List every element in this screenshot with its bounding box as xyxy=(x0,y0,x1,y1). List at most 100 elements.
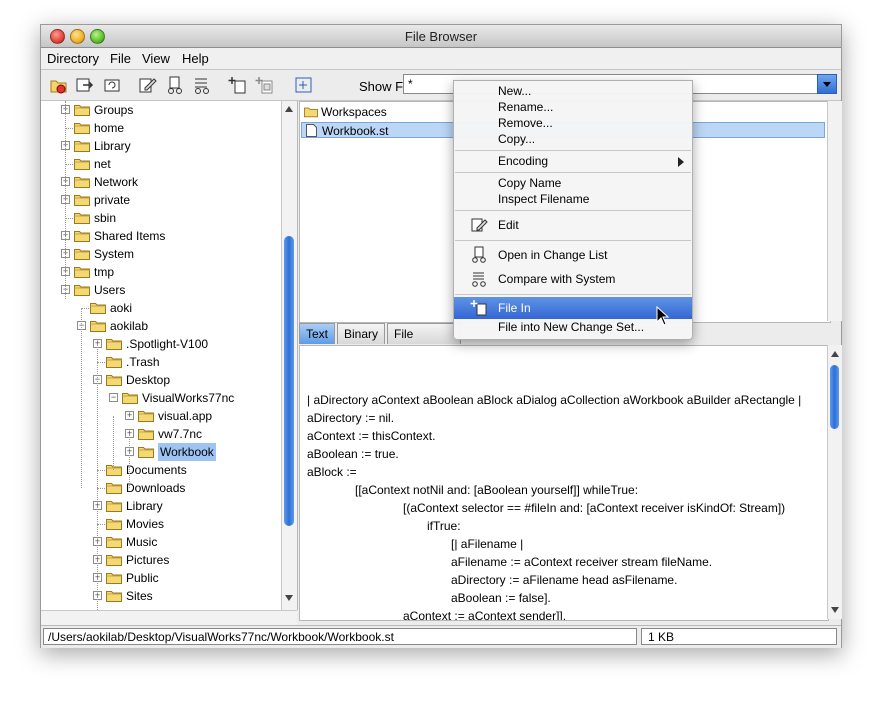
tree-item[interactable]: + System xyxy=(41,245,281,263)
tree-item-label: Music xyxy=(126,535,158,549)
menu-item-compare-with-system[interactable]: Compare with System xyxy=(454,267,692,291)
tree-item[interactable]: + Pictures xyxy=(41,551,281,569)
tree-item[interactable]: Downloads xyxy=(41,479,281,497)
text-vertical-scrollbar[interactable] xyxy=(827,345,842,619)
menu-view[interactable]: View xyxy=(142,51,170,66)
tree-item[interactable]: + Workbook xyxy=(41,443,281,461)
tree-item[interactable]: − Users xyxy=(41,281,281,299)
tree-item[interactable]: .Trash xyxy=(41,353,281,371)
folder-icon xyxy=(90,321,106,332)
collapse-icon[interactable]: − xyxy=(109,393,118,402)
directory-tree[interactable]: + Groups home + Library net + Network + private sb… xyxy=(41,101,298,610)
folder-icon xyxy=(304,107,318,118)
folder-icon xyxy=(74,105,90,116)
file-list-scrollbar[interactable] xyxy=(827,101,842,321)
scroll-up-icon[interactable] xyxy=(285,106,293,112)
tree-item[interactable]: − aokilab xyxy=(41,317,281,335)
tree-item[interactable]: home xyxy=(41,119,281,137)
menu-item-rename[interactable]: Rename... xyxy=(454,99,692,115)
menu-item-label: Remove... xyxy=(498,116,553,130)
tree-item[interactable]: + Network xyxy=(41,173,281,191)
tree-item[interactable]: + Library xyxy=(41,137,281,155)
menu-item-encoding[interactable]: Encoding xyxy=(454,153,692,169)
menu-directory[interactable]: Directory xyxy=(47,51,99,66)
tree-item[interactable]: + Public xyxy=(41,569,281,587)
code-line: [[aContext notNil and: [aBoolean yoursel… xyxy=(355,483,639,497)
file-into-changeset-icon[interactable] xyxy=(254,75,276,95)
new-directory-icon[interactable] xyxy=(48,75,70,95)
open-change-list-icon[interactable] xyxy=(164,75,186,95)
expand-icon[interactable]: + xyxy=(125,411,134,420)
tab-file-information[interactable]: File Information xyxy=(387,323,462,361)
folder-icon xyxy=(106,339,122,350)
tab-binary[interactable]: Binary xyxy=(337,323,386,344)
folder-icon xyxy=(74,159,90,170)
tree-item[interactable]: + Shared Items xyxy=(41,227,281,245)
tree-item[interactable]: + tmp xyxy=(41,263,281,281)
code-line: [(aContext selector == #fileIn and: [aCo… xyxy=(403,501,786,515)
tree-guide-line xyxy=(129,434,130,488)
tree-item[interactable]: − Desktop xyxy=(41,371,281,389)
tree-item-label: Public xyxy=(126,571,159,585)
tree-item[interactable]: + Groups xyxy=(41,101,281,119)
tree-connector xyxy=(81,308,89,309)
scroll-down-icon[interactable] xyxy=(285,595,293,601)
tree-item[interactable]: + vw7.7nc xyxy=(41,425,281,443)
tree-item-label: visual.app xyxy=(158,409,213,423)
tree-item-label: sbin xyxy=(94,211,117,225)
compare-icon[interactable] xyxy=(191,75,213,95)
scroll-up-icon[interactable] xyxy=(831,351,839,357)
tree-item-label: net xyxy=(94,157,111,171)
menu-item-label: New... xyxy=(498,84,532,98)
menu-file[interactable]: File xyxy=(110,51,131,66)
menu-item-label: Rename... xyxy=(498,100,554,114)
file-text-view[interactable]: | aDirectory aContext aBoolean aBlock aD… xyxy=(299,345,829,621)
title-bar[interactable]: File Browser xyxy=(41,25,841,48)
tree-vertical-scrollbar[interactable] xyxy=(281,101,297,610)
edit-icon[interactable] xyxy=(137,75,159,95)
folder-icon xyxy=(74,141,90,152)
tree-item[interactable]: + Sites xyxy=(41,587,281,605)
folder-icon xyxy=(106,537,122,548)
menu-item-edit[interactable]: Edit xyxy=(454,213,692,237)
tree-horizontal-scrollbar[interactable] xyxy=(41,610,297,626)
tab-text[interactable]: Text xyxy=(299,323,336,344)
menu-item-new[interactable]: New... xyxy=(454,83,692,99)
menu-item-inspect-filename[interactable]: Inspect Filename xyxy=(454,191,692,207)
menu-item-open-in-change-list[interactable]: Open in Change List xyxy=(454,243,692,267)
tree-scroll-thumb[interactable] xyxy=(284,236,294,526)
tree-item-label: Shared Items xyxy=(94,229,166,243)
menu-item-copy[interactable]: Copy... xyxy=(454,131,692,147)
tree-item[interactable]: + Library xyxy=(41,497,281,515)
menu-item-remove[interactable]: Remove... xyxy=(454,115,692,131)
tree-item[interactable]: − VisualWorks77nc xyxy=(41,389,281,407)
tree-item[interactable]: Movies xyxy=(41,515,281,533)
tree-item[interactable]: + Music xyxy=(41,533,281,551)
text-scroll-thumb[interactable] xyxy=(830,365,839,429)
tree-item[interactable]: aoki xyxy=(41,299,281,317)
refresh-icon[interactable] xyxy=(101,75,123,95)
tree-item-label: tmp xyxy=(94,265,115,279)
menu-item-copy-name[interactable]: Copy Name xyxy=(454,175,692,191)
tree-item[interactable]: sbin xyxy=(41,209,281,227)
tree-item[interactable]: Documents xyxy=(41,461,281,479)
folder-icon xyxy=(74,177,90,188)
tree-item[interactable]: + .Spotlight-V100 xyxy=(41,335,281,353)
folder-icon xyxy=(74,249,90,260)
folder-icon xyxy=(106,573,122,584)
window-title: File Browser xyxy=(404,29,478,44)
menu-help[interactable]: Help xyxy=(182,51,209,66)
tree-item[interactable]: + private xyxy=(41,191,281,209)
tree-connector xyxy=(65,164,73,165)
code-line: | aDirectory aContext aBoolean aBlock aD… xyxy=(307,393,802,407)
file-list-item-label: Workbook.st xyxy=(322,124,389,138)
menu-item-label: Copy... xyxy=(498,132,536,146)
chevron-down-icon[interactable] xyxy=(817,74,837,94)
tree-item[interactable]: + visual.app xyxy=(41,407,281,425)
scroll-down-icon[interactable] xyxy=(831,607,839,613)
file-in-icon[interactable] xyxy=(227,75,249,95)
menu-separator xyxy=(455,210,691,211)
tree-item[interactable]: net xyxy=(41,155,281,173)
go-forward-icon[interactable] xyxy=(74,75,96,95)
select-icon[interactable] xyxy=(293,75,315,95)
